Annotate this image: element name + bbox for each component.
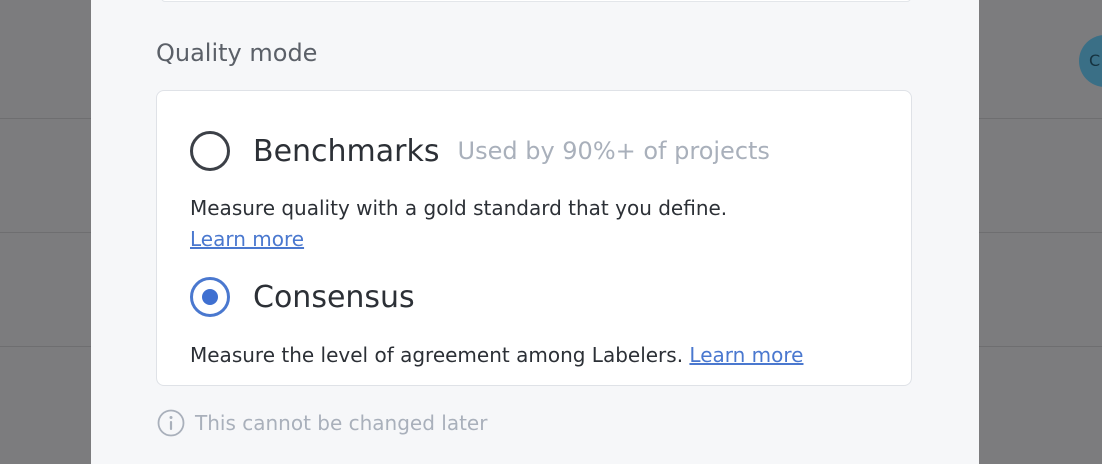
info-icon: [157, 409, 185, 437]
previous-field-bottom[interactable]: [161, 0, 911, 2]
benchmarks-hint: Used by 90%+ of projects: [457, 137, 770, 165]
background-divider: [0, 346, 91, 347]
avatar: C: [1079, 35, 1102, 87]
consensus-radio[interactable]: [190, 277, 230, 317]
quality-mode-label: Quality mode: [156, 39, 318, 67]
benchmarks-option[interactable]: Benchmarks Used by 90%+ of projects: [190, 131, 770, 171]
cannot-change-note: This cannot be changed later: [157, 408, 487, 438]
cannot-change-text: This cannot be changed later: [195, 411, 488, 435]
consensus-title: Consensus: [253, 279, 415, 315]
consensus-learn-more-link[interactable]: Learn more: [689, 343, 803, 367]
consensus-option[interactable]: Consensus: [190, 277, 415, 317]
background-divider: [979, 232, 1102, 233]
benchmarks-radio[interactable]: [190, 131, 230, 171]
settings-modal: Quality mode Benchmarks Used by 90%+ of …: [91, 0, 979, 464]
consensus-description-line: Measure the level of agreement among Lab…: [190, 340, 803, 371]
consensus-description: Measure the level of agreement among Lab…: [190, 343, 684, 367]
radio-selected-dot: [202, 289, 218, 305]
benchmarks-learn-more-link[interactable]: Learn more: [190, 227, 304, 251]
benchmarks-title: Benchmarks: [253, 133, 440, 169]
background-divider: [979, 118, 1102, 119]
background-divider: [979, 346, 1102, 347]
background-divider: [0, 232, 91, 233]
quality-mode-options: Benchmarks Used by 90%+ of projects Meas…: [156, 90, 912, 386]
background-divider: [0, 118, 91, 119]
benchmarks-description: Measure quality with a gold standard tha…: [190, 196, 728, 220]
benchmarks-learn-more-wrap: Learn more: [190, 224, 304, 255]
